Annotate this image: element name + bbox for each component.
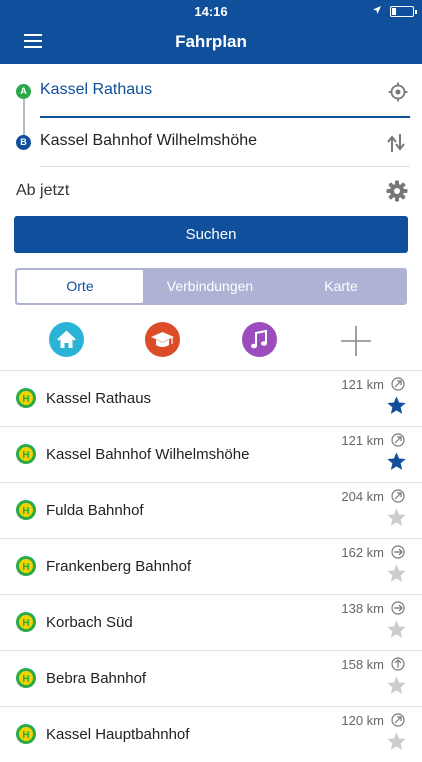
route-connector [23, 99, 25, 135]
bus-stop-icon: H [15, 611, 37, 633]
favorite-star-icon[interactable] [386, 675, 407, 696]
locate-icon[interactable] [388, 82, 408, 102]
origin-field-underline [40, 116, 410, 118]
list-item[interactable]: H Fulda Bahnhof 204 km [0, 482, 422, 538]
origin-field[interactable]: Kassel Rathaus [40, 81, 152, 99]
plus-icon[interactable] [339, 324, 373, 358]
home-icon[interactable] [49, 322, 84, 357]
stop-distance: 204 km [341, 489, 384, 504]
bus-stop-icon: H [15, 443, 37, 465]
direction-arrow-icon [391, 545, 405, 559]
list-item[interactable]: H Kassel Rathaus 121 km [0, 370, 422, 426]
destination-field[interactable]: Kassel Bahnhof Wilhelmshöhe [40, 132, 257, 150]
tab-orte[interactable]: Orte [17, 270, 143, 303]
favorite-star-icon[interactable] [386, 395, 407, 416]
list-item[interactable]: H Korbach Süd 138 km [0, 594, 422, 650]
route-input-panel: A B Kassel Rathaus Kassel Bahnhof Wilhel… [0, 64, 422, 170]
svg-text:H: H [22, 562, 29, 573]
tab-karte[interactable]: Karte [277, 270, 405, 303]
search-button[interactable]: Suchen [14, 216, 408, 253]
list-item[interactable]: H Bebra Bahnhof 158 km [0, 650, 422, 706]
direction-arrow-icon [391, 657, 405, 671]
stop-distance: 138 km [341, 601, 384, 616]
direction-arrow-icon [391, 489, 405, 503]
destination-field-underline [40, 166, 410, 167]
location-arrow-icon [372, 5, 382, 18]
status-bar: 14:16 [0, 0, 422, 22]
stop-name: Korbach Süd [46, 614, 133, 631]
view-tabs: Orte Verbindungen Karte [15, 268, 407, 305]
list-item[interactable]: H Kassel Bahnhof Wilhelmshöhe 121 km [0, 426, 422, 482]
stop-name: Kassel Bahnhof Wilhelmshöhe [46, 446, 250, 463]
destination-marker: B [16, 135, 31, 150]
svg-text:H: H [22, 674, 29, 685]
stop-name: Kassel Hauptbahnhof [46, 726, 190, 743]
svg-text:H: H [22, 506, 29, 517]
swap-icon[interactable] [386, 132, 406, 154]
stop-distance: 158 km [341, 657, 384, 672]
direction-arrow-icon [391, 601, 405, 615]
svg-text:H: H [22, 730, 29, 741]
stop-distance: 121 km [341, 377, 384, 392]
departure-time-row[interactable]: Ab jetzt [0, 172, 422, 212]
status-time: 14:16 [194, 4, 228, 19]
bus-stop-icon: H [15, 499, 37, 521]
bus-stop-icon: H [15, 555, 37, 577]
svg-text:H: H [22, 618, 29, 629]
favorite-star-icon[interactable] [386, 451, 407, 472]
direction-arrow-icon [391, 713, 405, 727]
svg-text:H: H [22, 394, 29, 405]
bus-stop-icon: H [15, 667, 37, 689]
bus-stop-icon: H [15, 723, 37, 745]
tab-verbindungen[interactable]: Verbindungen [145, 270, 275, 303]
list-item[interactable]: H Frankenberg Bahnhof 162 km [0, 538, 422, 594]
stop-distance: 162 km [341, 545, 384, 560]
favorite-star-icon[interactable] [386, 563, 407, 584]
gear-icon[interactable] [386, 180, 408, 202]
favorite-star-icon[interactable] [386, 731, 407, 752]
list-item[interactable]: H Kassel Hauptbahnhof 120 km [0, 706, 422, 762]
favorite-star-icon[interactable] [386, 619, 407, 640]
stop-distance: 121 km [341, 433, 384, 448]
page-title: Fahrplan [175, 32, 247, 51]
bus-stop-icon: H [15, 387, 37, 409]
departure-time-label: Ab jetzt [16, 182, 70, 199]
music-note-icon[interactable] [242, 322, 277, 357]
direction-arrow-icon [391, 377, 405, 391]
origin-marker: A [16, 84, 31, 99]
stop-name: Kassel Rathaus [46, 390, 152, 407]
direction-arrow-icon [391, 433, 405, 447]
svg-text:H: H [22, 450, 29, 461]
stop-name: Frankenberg Bahnhof [46, 558, 192, 575]
app-header: 14:16 Fahrplan [0, 0, 422, 64]
favorite-shortcuts [0, 320, 422, 364]
stop-distance: 120 km [341, 713, 384, 728]
stop-name: Fulda Bahnhof [46, 502, 144, 519]
battery-icon [390, 6, 417, 17]
graduation-cap-icon[interactable] [145, 322, 180, 357]
favorite-star-icon[interactable] [386, 507, 407, 528]
stop-name: Bebra Bahnhof [46, 670, 147, 687]
stop-list: H Kassel Rathaus 121 km H Kassel Bahnhof… [0, 370, 422, 762]
